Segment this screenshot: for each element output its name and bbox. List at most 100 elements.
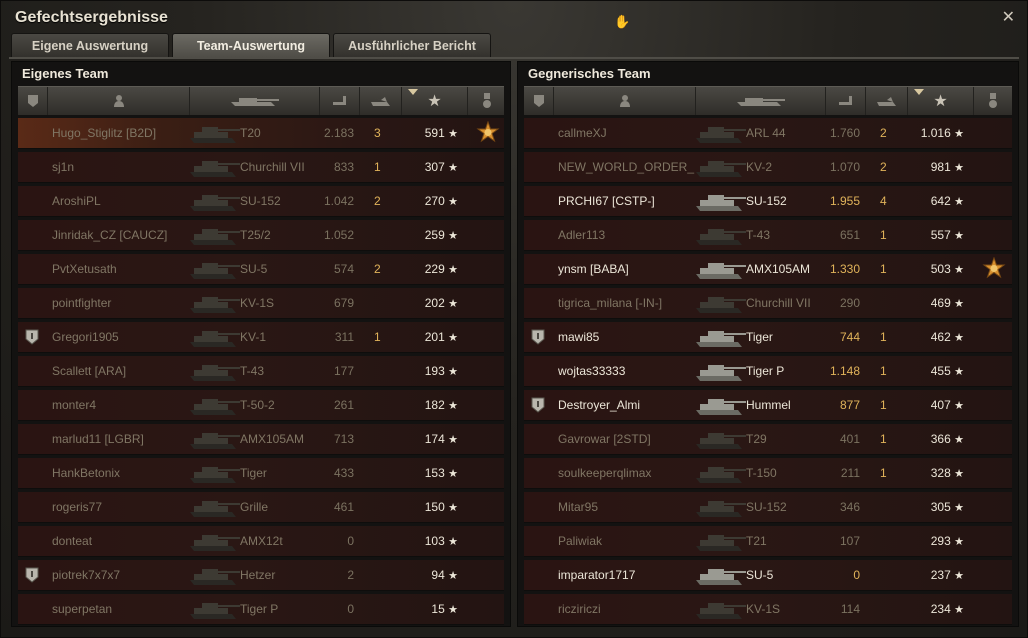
damage-icon[interactable]	[320, 87, 360, 115]
player-name[interactable]: Gregori1905	[52, 322, 197, 352]
player-name[interactable]: Destroyer_Almi	[558, 390, 703, 420]
xp-star-icon: ★	[448, 400, 458, 412]
tank-icon	[692, 529, 748, 554]
player-name[interactable]: sj1n	[52, 152, 197, 182]
table-row[interactable]: sj1n Churchill VII 833 1 307 ★	[18, 152, 504, 183]
player-name[interactable]: marlud11 [LGBR]	[52, 424, 197, 454]
damage-value: 461	[333, 500, 354, 514]
table-row[interactable]: ynsm [BABA] AMX105AM 1.330 1 503 ★	[524, 254, 1012, 285]
table-row[interactable]: AroshiPL SU-152 1.042 2 270 ★	[18, 186, 504, 217]
medal-icon[interactable]	[982, 256, 1006, 281]
player-name[interactable]: monter4	[52, 390, 197, 420]
tank-icon	[692, 223, 748, 248]
player-name[interactable]: Paliwiak	[558, 526, 703, 556]
tank-icon	[186, 597, 242, 622]
tab-detailed-report[interactable]: Ausführlicher Bericht	[333, 33, 491, 57]
kills-value: 1	[880, 432, 887, 446]
player-name[interactable]: imparator1717	[558, 560, 703, 590]
player-name[interactable]: mawi85	[558, 322, 703, 352]
table-row[interactable]: wojtas33333 Tiger P 1.148 1 455 ★	[524, 356, 1012, 387]
drag-handle-icon[interactable]: ✋	[614, 14, 630, 30]
player-name[interactable]: PvtXetusath	[52, 254, 197, 284]
player-name[interactable]: HankBetonix	[52, 458, 197, 488]
kills-value	[374, 288, 388, 318]
table-row[interactable]: Destroyer_Almi Hummel 877 1 407 ★	[524, 390, 1012, 421]
damage-value: 651	[839, 228, 860, 242]
kills-icon[interactable]	[360, 87, 402, 115]
player-name[interactable]: Hugo_Stiglitz [B2D]	[52, 118, 197, 148]
player-name[interactable]: Mitar95	[558, 492, 703, 522]
xp-sort-column[interactable]: ★	[908, 87, 974, 115]
table-row[interactable]: marlud11 [LGBR] AMX105AM 713 174 ★	[18, 424, 504, 455]
table-row[interactable]: Paliwiak T21 107 293 ★	[524, 526, 1012, 557]
table-row[interactable]: soulkeeperqlimax T-150 211 1 328 ★	[524, 458, 1012, 489]
tab-own-evaluation[interactable]: Eigene Auswertung	[11, 33, 169, 57]
close-icon[interactable]: ✕	[1002, 7, 1015, 27]
player-name[interactable]: Jinridak_CZ [CAUCZ]	[52, 220, 197, 250]
kills-icon[interactable]	[866, 87, 908, 115]
table-row[interactable]: pointfighter KV-1S 679 202 ★	[18, 288, 504, 319]
player-name[interactable]: Gavrowar [2STD]	[558, 424, 703, 454]
table-row[interactable]: superpetan Tiger P 0 15 ★	[18, 594, 504, 625]
table-row[interactable]: Gavrowar [2STD] T29 401 1 366 ★	[524, 424, 1012, 455]
xp-value: 462 ★	[916, 322, 964, 352]
tank-icon[interactable]	[190, 87, 320, 115]
player-name[interactable]: piotrek7x7x7	[52, 560, 197, 590]
table-row[interactable]: callmeXJ ARL 44 1.760 2 1.016 ★	[524, 118, 1012, 149]
tab-team-evaluation[interactable]: Team-Auswertung	[172, 33, 330, 57]
player-name[interactable]: ynsm [BABA]	[558, 254, 703, 284]
table-row[interactable]: Mitar95 SU-152 346 305 ★	[524, 492, 1012, 523]
player-name[interactable]: Scallett [ARA]	[52, 356, 197, 386]
table-row[interactable]: monter4 T-50-2 261 182 ★	[18, 390, 504, 421]
player-name[interactable]: pointfighter	[52, 288, 197, 318]
tank-icon	[186, 495, 242, 520]
damage-value: 401	[839, 432, 860, 446]
player-name[interactable]: wojtas33333	[558, 356, 703, 386]
table-row[interactable]: imparator1717 SU-5 0 237 ★	[524, 560, 1012, 591]
rank-badge-icon[interactable]	[18, 87, 48, 115]
table-row[interactable]: Jinridak_CZ [CAUCZ] T25/2 1.052 259 ★	[18, 220, 504, 251]
xp-number: 234	[930, 602, 951, 616]
table-row[interactable]: Gregori1905 KV-1 311 1 201 ★	[18, 322, 504, 353]
player-name[interactable]: Adler113	[558, 220, 703, 250]
table-row[interactable]: HankBetonix Tiger 433 153 ★	[18, 458, 504, 489]
kills-value: 1	[374, 330, 381, 344]
player-name[interactable]: tigrica_milana [-IN-]	[558, 288, 703, 318]
xp-sort-column[interactable]: ★	[402, 87, 468, 115]
table-row[interactable]: Scallett [ARA] T-43 177 193 ★	[18, 356, 504, 387]
table-row[interactable]: mawi85 Tiger 744 1 462 ★	[524, 322, 1012, 353]
player-name[interactable]: superpetan	[52, 594, 197, 624]
damage-value: 177	[333, 364, 354, 378]
xp-number: 103	[424, 534, 445, 548]
table-row[interactable]: PvtXetusath SU-5 574 2 229 ★	[18, 254, 504, 285]
rank-badge-icon[interactable]	[524, 87, 554, 115]
tank-icon	[692, 563, 748, 588]
player-icon[interactable]	[554, 87, 696, 115]
player-name[interactable]: donteat	[52, 526, 197, 556]
medal-icon[interactable]	[476, 120, 500, 145]
tank-icon[interactable]	[696, 87, 826, 115]
damage-icon[interactable]	[826, 87, 866, 115]
player-icon[interactable]	[48, 87, 190, 115]
player-name[interactable]: callmeXJ	[558, 118, 703, 148]
tank-icon	[692, 291, 748, 316]
player-name[interactable]: ricziriczi	[558, 594, 703, 624]
table-row[interactable]: Adler113 T-43 651 1 557 ★	[524, 220, 1012, 251]
table-row[interactable]: PRCHI67 [CSTP-] SU-152 1.955 4 642 ★	[524, 186, 1012, 217]
table-row[interactable]: ricziriczi KV-1S 114 234 ★	[524, 594, 1012, 625]
table-row[interactable]: NEW_WORLD_ORDER_ KV-2 1.070 2 981 ★	[524, 152, 1012, 183]
table-row[interactable]: rogeris77 Grille 461 150 ★	[18, 492, 504, 523]
table-row[interactable]: donteat AMX12t 0 103 ★	[18, 526, 504, 557]
player-name[interactable]: soulkeeperqlimax	[558, 458, 703, 488]
player-name[interactable]: AroshiPL	[52, 186, 197, 216]
player-name[interactable]: rogeris77	[52, 492, 197, 522]
xp-number: 455	[930, 364, 951, 378]
window-title: Gefechtsergebnisse	[15, 9, 168, 26]
table-row[interactable]: piotrek7x7x7 Hetzer 2 94 ★	[18, 560, 504, 591]
medal-icon[interactable]	[468, 87, 506, 115]
medal-icon[interactable]	[974, 87, 1012, 115]
player-name[interactable]: NEW_WORLD_ORDER_	[558, 152, 703, 182]
player-name[interactable]: PRCHI67 [CSTP-]	[558, 186, 703, 216]
table-row[interactable]: Hugo_Stiglitz [B2D] T20 2.183 3 591 ★	[18, 118, 504, 149]
table-row[interactable]: tigrica_milana [-IN-] Churchill VII 290 469…	[524, 288, 1012, 319]
